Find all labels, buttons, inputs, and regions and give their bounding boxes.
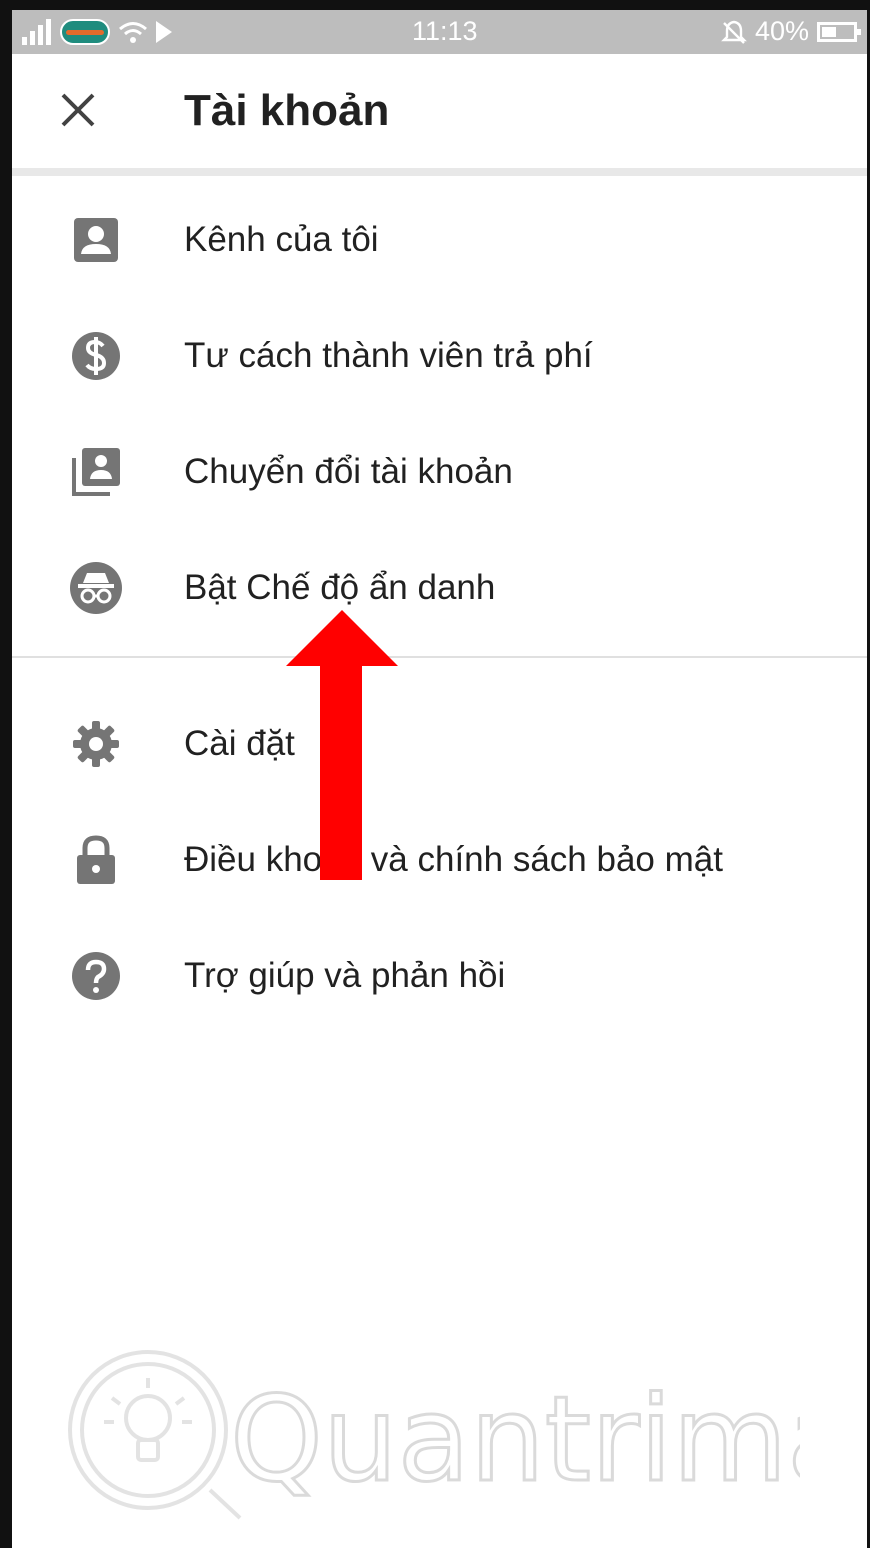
account-menu: Kênh của tôi Tư cách thành viên trả phí … [12,176,867,1028]
menu-item-label: Bật Chế độ ẩn danh [184,568,496,607]
watermark-text: Quantrimang [230,1370,800,1508]
status-time: 11:13 [412,16,478,46]
app-bar: Tài khoản [12,54,867,168]
gear-icon [73,721,119,767]
status-right: 40% [721,16,861,47]
help-icon [72,952,120,1000]
watermark-logo: Quantrimang [68,1350,800,1520]
menu-item-settings[interactable]: Cài đặt [12,680,867,796]
battery-icon [817,21,861,42]
app-bar-divider [12,168,867,176]
menu-item-incognito[interactable]: Bật Chế độ ẩn danh [12,524,867,640]
incognito-icon [70,562,122,614]
status-left [22,16,172,48]
account-box-icon [74,218,118,262]
menu-item-label: Trợ giúp và phản hồi [184,956,506,995]
menu-item-label: Điều khoản và chính sách bảo mật [184,840,723,879]
carrier-logo-icon [60,19,110,45]
menu-item-terms-privacy[interactable]: Điều khoản và chính sách bảo mật [12,796,867,912]
menu-divider [12,656,867,658]
menu-item-label: Kênh của tôi [184,220,379,259]
mute-bell-icon [721,20,747,44]
switch-account-icon [72,448,120,496]
annotation-arrow [286,610,398,880]
menu-item-paid-memberships[interactable]: Tư cách thành viên trả phí [12,292,867,408]
signal-icon [22,19,52,45]
menu-item-help-feedback[interactable]: Trợ giúp và phản hồi [12,912,867,1028]
close-button[interactable] [52,84,104,136]
battery-percent: 40% [754,16,809,46]
dollar-circle-icon [72,332,120,380]
menu-item-label: Cài đặt [184,724,295,763]
lock-icon [77,835,115,884]
close-icon [61,93,95,127]
page-title: Tài khoản [184,86,390,135]
wifi-icon [119,22,147,43]
play-store-icon [156,21,172,43]
menu-item-label: Chuyển đổi tài khoản [184,452,513,491]
menu-item-switch-account[interactable]: Chuyển đổi tài khoản [12,408,867,524]
menu-item-label: Tư cách thành viên trả phí [184,336,593,375]
status-bar: 11:13 40% [12,10,867,54]
menu-item-my-channel[interactable]: Kênh của tôi [12,176,867,292]
